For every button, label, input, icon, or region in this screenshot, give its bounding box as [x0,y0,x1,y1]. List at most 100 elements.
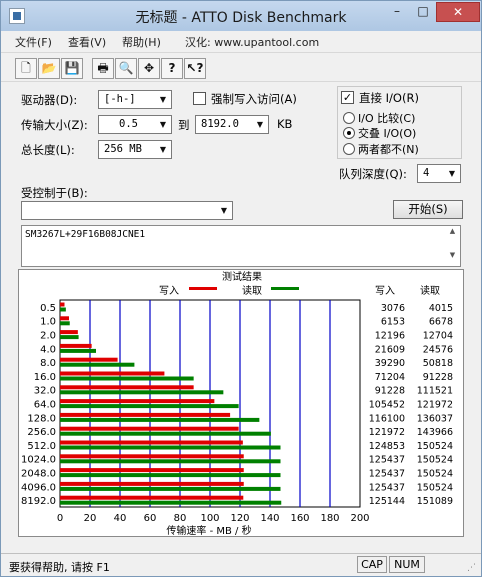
resize-grip-icon[interactable]: ⋰ [467,563,476,573]
print-icon[interactable]: 🖶 [92,58,114,79]
read-value: 143966 [417,427,453,438]
controlled-by-select[interactable]: ▼ [21,201,233,220]
write-value: 21609 [375,344,405,355]
legend-read-swatch [271,287,299,290]
read-bar [60,459,281,464]
category-label: 256.0 [27,427,56,438]
x-tick-label: 20 [84,513,97,524]
value-columns: 3076 4015 6153 6678 12196 12704 21609 24576 3929… [369,303,453,507]
read-value: 151089 [417,496,453,507]
move-icon[interactable]: ✥ [138,58,160,79]
write-bar [60,454,244,459]
category-label: 8192.0 [21,496,56,507]
status-help-text: 要获得帮助, 请按 F1 [9,561,110,574]
about-icon[interactable]: ? [161,58,183,79]
category-labels: 0.5 1.0 2.0 4.0 8.0 16.0 32.0 64.0 128.0 256.0 512… [21,303,56,507]
read-bar [60,376,194,381]
transfer-to-value: 8192.0 [201,118,239,130]
read-bar [60,362,135,367]
write-value: 125437 [369,469,405,480]
force-write-checkbox[interactable] [193,92,206,105]
write-bar [60,495,244,500]
legend-read-label: 读取 [242,284,262,297]
category-label: 8.0 [40,358,56,369]
chevron-down-icon[interactable]: ▼ [155,116,171,133]
transfer-from-value: 0.5 [119,118,138,130]
start-button[interactable]: 开始(S) [393,200,463,219]
print-preview-icon[interactable]: 🔍 [115,58,137,79]
x-tick-label: 120 [230,513,249,524]
total-length-select[interactable]: 256 MB ▼ [98,140,172,159]
io-compare-radio[interactable] [343,112,355,124]
controlled-by-label: 受控制于(B): [21,186,88,200]
num-lock-indicator: NUM [389,556,425,573]
x-tick-label: 0 [57,513,63,524]
write-value: 125144 [369,496,405,507]
chevron-down-icon[interactable]: ▼ [444,165,460,182]
write-bar [60,330,78,335]
read-bar [60,404,239,409]
queue-depth-select[interactable]: 4 ▼ [417,164,461,183]
x-tick-label: 200 [350,513,369,524]
minimize-button[interactable]: – [384,2,410,22]
read-bar [60,431,271,436]
force-write-label: 强制写入访问(A) [211,92,297,106]
x-tick-label: 80 [174,513,187,524]
read-value: 111521 [417,386,453,397]
x-tick-label: 180 [320,513,339,524]
read-bar [60,473,281,478]
category-label: 1024.0 [21,455,56,466]
total-length-value: 256 MB [104,143,142,155]
total-length-label: 总长度(L): [21,143,75,157]
neither-label: 两者都不(N) [358,143,419,156]
to-label: 到 [178,118,190,132]
maximize-button[interactable]: □ [410,2,436,22]
context-help-icon[interactable]: ↖? [184,58,206,79]
localized-by-text: 汉化: www.upantool.com [185,36,320,49]
legend-write-swatch [189,287,217,290]
queue-depth-label: 队列深度(Q): [339,167,407,181]
menu-file[interactable]: 文件(F) [15,34,52,50]
transfer-to-select[interactable]: 8192.0 ▼ [195,115,269,134]
column-header-write: 写入 [375,285,395,297]
chevron-down-icon[interactable]: ▼ [252,116,268,133]
open-folder-icon[interactable]: 📂 [38,58,60,79]
write-bar [60,440,243,445]
category-label: 0.5 [40,303,56,314]
new-icon[interactable]: 🗋 [15,58,37,79]
x-tick-label: 60 [144,513,157,524]
overlapped-io-radio[interactable] [343,127,355,139]
close-button[interactable]: ✕ [436,2,480,22]
read-bar [60,307,66,312]
scroll-down-icon[interactable]: ▼ [445,251,460,265]
write-bar [60,371,165,376]
category-label: 64.0 [34,400,56,411]
x-axis-label: 传输速率 - MB / 秒 [166,524,251,537]
description-text: SM3267L+29F16B08JCNE1 [25,229,146,240]
category-label: 2.0 [40,331,56,342]
write-value: 124853 [369,441,405,452]
read-value: 24576 [423,344,453,355]
read-value: 4015 [429,303,453,314]
read-value: 136037 [417,413,453,424]
chevron-down-icon[interactable]: ▼ [155,91,171,108]
drive-select[interactable]: [-h-] ▼ [98,90,172,109]
status-bar: 要获得帮助, 请按 F1 CAP NUM ⋰ [1,553,481,576]
neither-radio[interactable] [343,143,355,155]
scroll-up-icon[interactable]: ▲ [445,227,460,241]
transfer-from-select[interactable]: 0.5 ▼ [98,115,172,134]
save-icon[interactable]: 💾 [61,58,83,79]
chevron-down-icon[interactable]: ▼ [155,141,171,158]
chevron-down-icon[interactable]: ▼ [216,202,232,219]
menu-help[interactable]: 帮助(H) [122,34,161,50]
write-bar [60,468,244,473]
drive-label: 驱动器(D): [21,93,78,107]
drive-value: [-h-] [104,93,136,105]
description-textarea[interactable]: SM3267L+29F16B08JCNE1 ▲ ▼ [21,225,461,267]
write-bar [60,412,231,417]
read-bar [60,390,224,395]
category-label: 16.0 [34,372,56,383]
title-bar[interactable]: 无标题 - ATTO Disk Benchmark – □ ✕ [1,1,481,31]
menu-view[interactable]: 查看(V) [68,34,106,50]
results-title: 测试结果 [222,270,262,283]
